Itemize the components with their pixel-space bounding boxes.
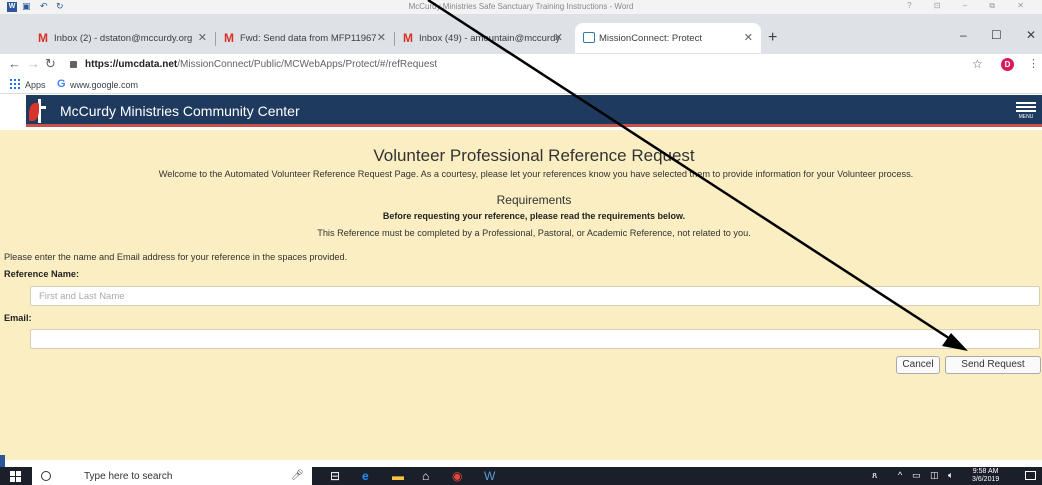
lock-icon <box>70 60 77 68</box>
people-icon[interactable]: ጸ <box>872 470 877 481</box>
cross-flame-logo-icon <box>29 99 46 123</box>
word-window-controls[interactable]: ? ⊡ – ⧉ ✕ <box>907 1 1034 11</box>
notification-icon[interactable] <box>1025 471 1036 480</box>
tab-label: MissionConnect: Protect <box>599 32 702 44</box>
word-document-title: McCurdy Ministries Safe Sanctuary Traini… <box>408 2 634 11</box>
tab-fwd-send-data[interactable]: M Fwd: Send data from MFP11967 ✕ <box>216 23 394 53</box>
hamburger-menu-button[interactable]: MENU <box>1016 102 1036 120</box>
missionconnect-icon <box>583 32 595 43</box>
email-input[interactable] <box>30 329 1040 349</box>
volume-icon[interactable]: 🔈︎ <box>948 470 953 481</box>
tab-label: Fwd: Send data from MFP11967 <box>240 32 377 44</box>
tray-expand-icon[interactable]: ^ <box>898 470 902 480</box>
edge-icon[interactable]: e <box>362 469 369 483</box>
org-title: McCurdy Ministries Community Center <box>60 103 300 119</box>
new-tab-button[interactable]: + <box>768 29 777 47</box>
battery-icon[interactable]: ▭ <box>912 470 921 481</box>
forward-button[interactable]: → <box>27 56 40 71</box>
site-header: McCurdy Ministries Community Center MENU <box>26 95 1042 127</box>
gmail-icon: M <box>38 31 48 45</box>
requirements-heading: Requirements <box>496 193 572 207</box>
gmail-icon: M <box>403 31 413 45</box>
url-path: /MissionConnect/Public/MCWebApps/Protect… <box>177 58 438 70</box>
word-title-bar: W ▣ ↶ ↻ McCurdy Ministries Safe Sanctuar… <box>0 0 1042 14</box>
reference-name-input[interactable] <box>30 286 1040 306</box>
search-placeholder: Type here to search <box>84 471 173 482</box>
windows-taskbar: Type here to search 🎤︎ ⊟ e ▬ ⌂ ◉ W ጸ ^ ▭… <box>0 467 1042 485</box>
left-gutter <box>0 130 26 460</box>
network-icon[interactable]: ◫ <box>930 470 939 481</box>
back-button[interactable]: ← <box>8 56 21 71</box>
close-icon[interactable]: ✕ <box>744 31 753 44</box>
close-icon[interactable]: ✕ <box>554 31 563 44</box>
maximize-button[interactable]: ☐ <box>991 28 1002 42</box>
avatar[interactable]: D <box>1001 58 1014 71</box>
minimize-button[interactable]: – <box>960 28 967 42</box>
email-label: Email: <box>4 313 32 323</box>
url-input[interactable]: https://umcdata.net/MissionConnect/Publi… <box>70 54 950 74</box>
word-sidebar-strip <box>0 455 5 467</box>
task-view-icon[interactable]: ⊟ <box>330 469 340 483</box>
windows-start-icon[interactable] <box>10 471 21 482</box>
requirements-note: This Reference must be completed by a Pr… <box>317 228 751 238</box>
tab-label: Inbox (49) - amountain@mccurdy <box>419 32 561 44</box>
more-menu-icon[interactable]: ⋮ <box>1028 57 1039 70</box>
browser-tab-strip: M Inbox (2) - dstaton@mccurdy.org ✕ M Fw… <box>0 14 1042 54</box>
close-window-button[interactable]: ✕ <box>1026 28 1036 42</box>
microphone-icon[interactable]: 🎤︎ <box>291 470 304 481</box>
chrome-icon[interactable]: ◉ <box>452 469 462 483</box>
word-taskbar-icon[interactable]: W <box>484 469 495 483</box>
gmail-icon: M <box>224 31 234 45</box>
url-domain: https://umcdata.net <box>85 58 178 70</box>
cortana-icon <box>41 471 51 481</box>
tab-missionconnect-protect[interactable]: MissionConnect: Protect ✕ <box>575 23 761 53</box>
bookmark-google[interactable]: www.google.com <box>70 80 138 90</box>
google-icon: G <box>57 78 66 90</box>
reference-name-label: Reference Name: <box>4 269 80 279</box>
clock-time: 9:58 AM <box>972 468 999 475</box>
file-explorer-icon[interactable]: ▬ <box>392 469 404 483</box>
tab-inbox-amountain[interactable]: M Inbox (49) - amountain@mccurdy ✕ <box>395 23 571 53</box>
tab-label: Inbox (2) - dstaton@mccurdy.org <box>54 32 193 44</box>
cancel-button[interactable]: Cancel <box>896 356 940 374</box>
send-request-button[interactable]: Send Request <box>945 356 1041 374</box>
taskbar-search-input[interactable]: Type here to search 🎤︎ <box>32 467 312 485</box>
instructions-text: Please enter the name and Email address … <box>4 252 348 262</box>
menu-label: MENU <box>1018 114 1034 120</box>
bookmark-apps[interactable]: Apps <box>25 80 46 90</box>
bookmarks-bar: Apps G www.google.com <box>0 76 1042 94</box>
page-title: Volunteer Professional Reference Request <box>373 146 695 165</box>
close-icon[interactable]: ✕ <box>377 31 386 44</box>
requirements-instruction: Before requesting your reference, please… <box>382 211 686 221</box>
close-icon[interactable]: ✕ <box>198 31 207 44</box>
taskbar-clock[interactable]: 9:58 AM 3/6/2019 <box>972 468 999 484</box>
reload-button[interactable]: ↻ <box>45 56 56 72</box>
clock-date: 3/6/2019 <box>972 476 1000 483</box>
apps-grid-icon[interactable] <box>10 79 20 89</box>
store-icon[interactable]: ⌂ <box>422 469 429 483</box>
welcome-text: Welcome to the Automated Volunteer Refer… <box>158 169 914 179</box>
bookmark-star-icon[interactable]: ☆ <box>972 57 983 71</box>
address-bar-row: ← → ↻ https://umcdata.net/MissionConnect… <box>0 54 1042 76</box>
tab-inbox-dstaton[interactable]: M Inbox (2) - dstaton@mccurdy.org ✕ <box>30 23 215 53</box>
